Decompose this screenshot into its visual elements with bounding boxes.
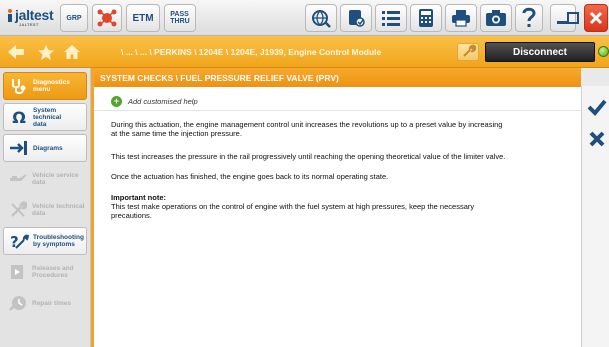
accept-button[interactable]	[586, 96, 608, 118]
troubleshooting-icon: ?	[8, 230, 30, 252]
section-title: SYSTEM CHECKS \ FUEL PRESSURE RELIEF VAL…	[94, 68, 581, 87]
add-help-label: Add customised help	[128, 97, 198, 106]
home-icon[interactable]	[63, 44, 81, 60]
connection-status-indicator	[598, 46, 609, 57]
list-icon	[382, 11, 400, 26]
restore-button[interactable]	[563, 4, 583, 32]
paragraph-1-line-1: During this actuation, the engine manage…	[111, 120, 503, 129]
sidebar-item-label: Diagnostics menu	[33, 79, 70, 93]
logo-subtext: JALTEST	[19, 22, 39, 27]
graph-button[interactable]: GRP	[60, 4, 88, 32]
pass-thru-label-line1: PASS	[170, 11, 189, 18]
logo-text: jaltest	[15, 7, 54, 23]
back-arrow-icon[interactable]	[7, 44, 25, 60]
disconnect-button[interactable]: Disconnect	[485, 42, 595, 62]
sidebar-item-diagrams[interactable]: Diagrams	[3, 134, 87, 162]
oil-can-icon	[7, 168, 29, 190]
important-note-text: This test make operations on the control…	[111, 202, 573, 220]
sidebar-item-vehicle-technical-data[interactable]: Vehicle technical data	[3, 196, 87, 224]
sidebar-item-vehicle-service-data[interactable]: Vehicle service data	[3, 165, 87, 193]
stethoscope-icon	[8, 75, 30, 97]
add-customised-help-link[interactable]: + Add customised help	[111, 96, 198, 107]
close-icon	[589, 11, 603, 25]
tools-icon	[7, 199, 29, 221]
sidebar-item-label: Repair times	[32, 299, 72, 307]
logo-mark-icon	[8, 9, 12, 22]
favorites-star-icon[interactable]	[37, 44, 55, 61]
calculator-icon	[419, 9, 433, 27]
paragraph-1-line-2: at the same time the injection pressure.	[111, 129, 242, 138]
print-button[interactable]	[445, 4, 477, 32]
cross-icon	[589, 131, 605, 147]
vehicle-search-button[interactable]	[305, 4, 337, 32]
restore-icon	[567, 12, 579, 24]
etm-button[interactable]: ETM	[126, 4, 160, 32]
paragraph-2: This test increases the pressure in the …	[111, 152, 506, 161]
main-toolbar: jaltest JALTEST GRP ETM PASS THRU	[0, 0, 609, 36]
sidebar-item-label: System technical data	[33, 106, 62, 128]
help-button[interactable]	[515, 4, 543, 32]
sidebar-item-repair-times[interactable]: Repair times	[3, 289, 87, 317]
note-line-2: precautions.	[111, 211, 152, 220]
device-check-icon	[349, 10, 365, 27]
main-content: SYSTEM CHECKS \ FUEL PRESSURE RELIEF VAL…	[91, 68, 581, 347]
checkmark-icon	[587, 99, 607, 116]
globe-search-icon	[312, 10, 331, 28]
wrench-icon	[463, 44, 477, 57]
sidebar-item-label: Vehicle service data	[32, 172, 79, 186]
navigation-bar: \ ... \ ... \ PERKINS \ 1204E \ 1204E, J…	[0, 36, 609, 68]
question-mark-icon	[522, 7, 536, 27]
camera-icon	[486, 10, 506, 26]
screenshot-button[interactable]	[480, 4, 512, 32]
sidebar-item-label: Diagrams	[33, 144, 63, 152]
releases-icon	[7, 261, 29, 283]
printer-icon	[452, 10, 470, 27]
svg-text:Ω: Ω	[12, 108, 26, 126]
sidebar-item-releases-and-procedures[interactable]: Releases and Procedures	[3, 258, 87, 286]
etm-button-label: ETM	[132, 12, 154, 24]
repair-times-icon	[7, 292, 29, 314]
note-line-1: This test make operations on the control…	[111, 202, 475, 211]
sidebar-item-label: Releases and Procedures	[32, 265, 74, 279]
sidebar-item-diagnostics-menu[interactable]: Diagnostics menu	[3, 72, 87, 100]
remote-support-button[interactable]	[92, 4, 122, 32]
sidebar-item-label: Vehicle technical data	[32, 203, 85, 217]
calculator-button[interactable]	[410, 4, 442, 32]
diagram-arrow-icon	[8, 137, 30, 159]
ohm-icon: Ω	[8, 106, 30, 128]
add-icon: +	[111, 96, 122, 107]
device-status-button[interactable]	[340, 4, 372, 32]
remote-support-icon	[97, 9, 117, 27]
important-note-title: Important note:	[111, 193, 166, 202]
divider	[94, 110, 581, 111]
pass-thru-label-line2: THRU	[170, 18, 190, 25]
action-panel	[581, 86, 609, 347]
sidebar-item-label: Troubleshooting by symptoms	[33, 234, 84, 248]
sidebar-item-system-technical-data[interactable]: Ω System technical data	[3, 103, 87, 131]
list-button[interactable]	[375, 4, 407, 32]
breadcrumb: \ ... \ ... \ PERKINS \ 1204E \ 1204E, J…	[121, 47, 382, 57]
graph-button-label: GRP	[66, 14, 82, 22]
jaltest-logo: jaltest JALTEST	[6, 6, 56, 30]
sidebar: Diagnostics menu Ω System technical data D…	[0, 68, 91, 347]
pass-thru-label: PASS THRU	[170, 11, 189, 25]
sidebar-item-troubleshooting[interactable]: ? Troubleshooting by symptoms	[3, 227, 87, 255]
jaltest-window: jaltest JALTEST GRP ETM PASS THRU \ ... …	[0, 0, 609, 347]
close-button[interactable]	[584, 4, 608, 32]
pass-thru-button[interactable]: PASS THRU	[164, 4, 196, 32]
tool-button[interactable]	[457, 43, 479, 61]
cancel-button[interactable]	[586, 128, 608, 150]
paragraph-3: Once the actuation has finished, the eng…	[111, 172, 389, 181]
paragraph-1: During this actuation, the engine manage…	[111, 120, 573, 138]
